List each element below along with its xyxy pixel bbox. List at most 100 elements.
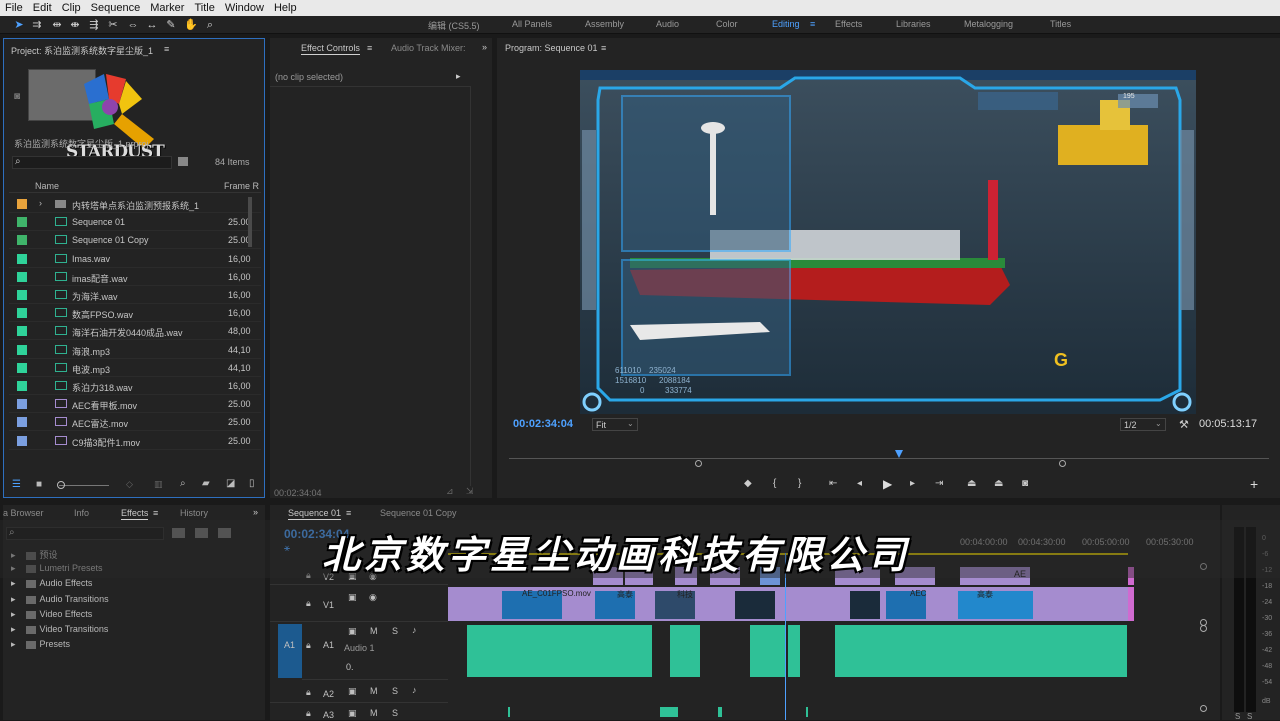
label-color-swatch[interactable] xyxy=(17,253,27,264)
pen-tool-icon[interactable]: ✎ xyxy=(164,18,178,32)
timeline-clip[interactable] xyxy=(1128,587,1134,621)
project-search-input[interactable] xyxy=(12,156,172,169)
workspace-assembly[interactable]: Assembly xyxy=(585,19,624,29)
scroll-handle[interactable] xyxy=(1200,625,1207,632)
workspace-audio[interactable]: Audio xyxy=(656,19,679,29)
resolution-dropdown[interactable]: 1/2 ⌄ xyxy=(1120,418,1166,431)
label-color-swatch[interactable] xyxy=(17,435,27,446)
add-marker-icon[interactable]: ◆ xyxy=(744,478,752,489)
sort-icon[interactable]: ◇ xyxy=(126,479,133,490)
label-color-swatch[interactable] xyxy=(17,217,27,228)
label-color-swatch[interactable] xyxy=(17,344,27,355)
solo-button[interactable]: S xyxy=(392,686,398,696)
effect-controls-menu-icon[interactable]: ≡ xyxy=(367,43,372,53)
track-select-icon[interactable]: ⇉ xyxy=(30,18,44,32)
selection-tool-icon[interactable]: ➤ xyxy=(12,18,26,32)
tab-effects[interactable]: Effects xyxy=(121,508,149,520)
sync-lock-icon[interactable]: ▣ xyxy=(348,626,357,637)
zoom-slider[interactable] xyxy=(59,485,109,486)
tab-media-browser[interactable]: a Browser xyxy=(3,508,44,518)
lock-icon[interactable]: 🔒︎ xyxy=(306,640,311,651)
tab-effect-controls[interactable]: Effect Controls xyxy=(301,43,360,55)
label-color-swatch[interactable] xyxy=(17,271,27,282)
mute-button[interactable]: M xyxy=(370,626,378,636)
lock-icon[interactable]: 🔒︎ xyxy=(306,687,311,698)
label-color-swatch[interactable] xyxy=(17,290,27,300)
project-item[interactable]: AEC看甲板.mov 25.00 xyxy=(9,395,261,414)
extract-icon[interactable]: ⏏ xyxy=(994,478,1003,489)
sync-lock-icon[interactable]: ▣ xyxy=(348,592,357,603)
effects-menu-icon[interactable]: ≡ xyxy=(153,508,158,518)
audio-clip[interactable] xyxy=(750,625,785,677)
project-item[interactable]: imas配音.wav 16,00 xyxy=(9,268,261,286)
automate-icon[interactable]: ▥ xyxy=(154,479,163,490)
more-panels-icon[interactable]: » xyxy=(482,42,487,52)
workspace-menu-icon[interactable]: ≡ xyxy=(810,19,815,29)
effects-folder-audio-transitions[interactable]: ▸ Audio Transitions xyxy=(11,594,109,605)
expand-arrow-icon[interactable]: ▸ xyxy=(456,71,461,82)
track-a1-volume[interactable]: 0. xyxy=(346,662,354,672)
audio-clip[interactable] xyxy=(508,707,510,717)
settings-wrench-icon[interactable]: ⚒ xyxy=(1179,418,1189,431)
workspace-libraries[interactable]: Libraries xyxy=(896,19,931,29)
export-frame-icon[interactable]: ⇲ xyxy=(466,486,474,497)
menu-edit[interactable]: Edit xyxy=(28,2,57,14)
razor-tool-icon[interactable]: ✂ xyxy=(106,18,120,32)
effects-folder-presets[interactable]: ▸ Presets xyxy=(11,639,70,650)
label-color-swatch[interactable] xyxy=(17,326,27,337)
find-icon[interactable]: ⌕ xyxy=(180,478,186,489)
hand-tool-icon[interactable]: ✋ xyxy=(184,18,198,32)
eye-icon[interactable]: ◉ xyxy=(369,592,377,603)
slide-tool-icon[interactable]: ↔ xyxy=(145,18,159,32)
project-item[interactable]: AEC雷达.mov 25.00 xyxy=(9,413,261,432)
workspace-metalogging[interactable]: Metalogging xyxy=(964,19,1013,29)
zoom-slider-handle[interactable] xyxy=(57,481,65,489)
workspace-editing[interactable]: Editing xyxy=(772,19,800,29)
tab-info[interactable]: Info xyxy=(74,508,89,518)
project-item[interactable]: Sequence 01 25.00 xyxy=(9,213,261,232)
new-item-icon[interactable]: ◪ xyxy=(226,478,235,489)
menu-marker[interactable]: Marker xyxy=(145,2,189,14)
project-item[interactable]: 系泊力318.wav 16,00 xyxy=(9,377,261,395)
workspace-titles[interactable]: Titles xyxy=(1050,19,1071,29)
project-item[interactable]: 海洋石油开发0440成品.wav 48,00 xyxy=(9,322,261,341)
menu-title[interactable]: Title xyxy=(189,2,219,14)
workspace-all-panels[interactable]: All Panels xyxy=(512,19,552,29)
more-panels-icon[interactable]: » xyxy=(253,507,258,517)
rate-stretch-icon[interactable]: ⇶ xyxy=(87,18,101,32)
mute-button[interactable]: M xyxy=(370,686,378,696)
list-view-icon[interactable]: ☰ xyxy=(12,479,21,490)
mark-out-icon[interactable]: } xyxy=(798,478,801,489)
out-point-handle[interactable] xyxy=(1059,460,1066,467)
step-back-icon[interactable]: ◂ xyxy=(857,478,862,489)
label-color-swatch[interactable] xyxy=(17,362,27,373)
icon-view-icon[interactable]: ■ xyxy=(36,479,42,490)
mark-in-icon[interactable]: { xyxy=(773,478,776,489)
label-color-swatch[interactable] xyxy=(17,399,27,410)
workspace-effects[interactable]: Effects xyxy=(835,19,862,29)
new-bin-icon[interactable]: ▰ xyxy=(202,478,210,489)
go-to-out-icon[interactable]: ⇥ xyxy=(935,478,943,489)
lift-icon[interactable]: ⏏ xyxy=(967,478,976,489)
mic-icon[interactable]: ♪ xyxy=(412,685,417,695)
tab-history[interactable]: History xyxy=(180,508,208,518)
sync-lock-icon[interactable]: ▣ xyxy=(348,686,357,697)
program-tab[interactable]: Program: Sequence 01 xyxy=(505,43,598,53)
filter-icon[interactable]: ⊿ xyxy=(446,486,454,497)
tab-sequence-01-copy[interactable]: Sequence 01 Copy xyxy=(380,508,457,518)
tab-audio-track-mixer[interactable]: Audio Track Mixer: xyxy=(391,43,466,53)
mic-icon[interactable]: ♪ xyxy=(412,625,417,635)
audio-clip[interactable] xyxy=(788,625,800,677)
effects-folder-video-transitions[interactable]: ▸ Video Transitions xyxy=(11,624,108,635)
menu-window[interactable]: Window xyxy=(220,2,269,14)
program-current-timecode[interactable]: 00:02:34:04 xyxy=(513,418,573,430)
lock-icon[interactable]: 🔒︎ xyxy=(306,598,311,609)
col-frame-rate[interactable]: Frame R xyxy=(224,181,259,191)
project-scrollbar[interactable] xyxy=(248,197,252,247)
step-forward-icon[interactable]: ▸ xyxy=(910,478,915,489)
go-to-in-icon[interactable]: ⇤ xyxy=(829,478,837,489)
trash-icon[interactable]: ▯ xyxy=(249,478,255,489)
timeline-menu-icon[interactable]: ≡ xyxy=(346,508,351,518)
audio-clip[interactable] xyxy=(835,625,1127,677)
rolling-edit-icon[interactable]: ⇼ xyxy=(68,18,82,32)
